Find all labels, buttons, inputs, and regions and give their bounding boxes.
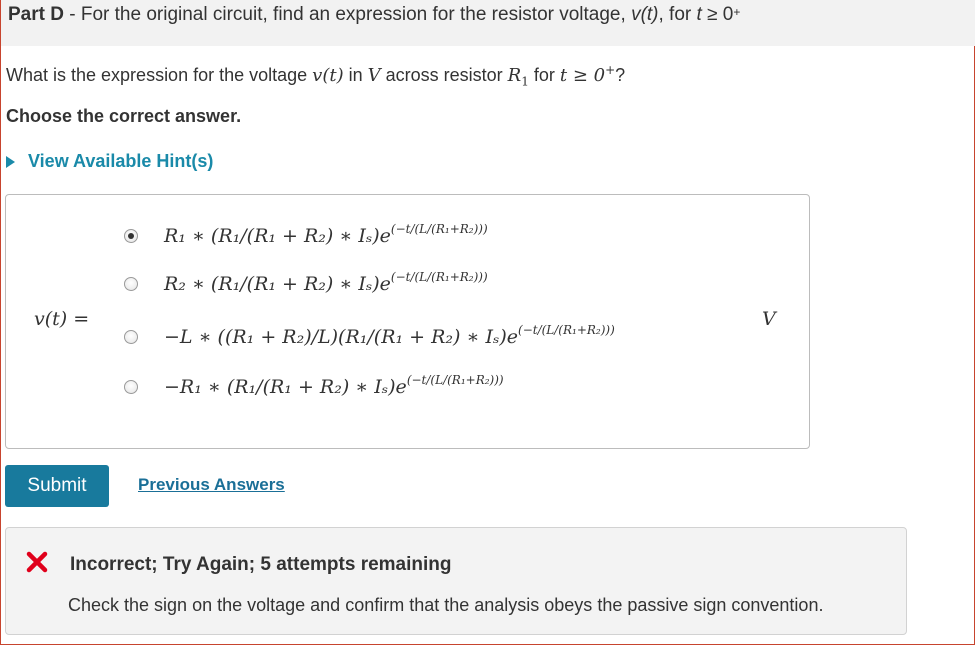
question-part: across resistor bbox=[380, 65, 508, 85]
triangle-right-icon bbox=[6, 155, 15, 168]
choice-3[interactable]: −L ∗ ((R₁ + R₂)/L)(R₁/(R₁ + R₂) ∗ Iₛ)e(−… bbox=[124, 323, 615, 348]
instruction: Choose the correct answer. bbox=[6, 106, 242, 126]
question-text: What is the expression for the voltage v… bbox=[6, 63, 625, 89]
hint-label: View Available Hint(s) bbox=[28, 151, 214, 171]
choice-expression: −L ∗ ((R₁ + R₂)/L)(R₁/(R₁ + R₂) ∗ Iₛ)e(−… bbox=[164, 323, 615, 348]
question-part: for bbox=[528, 65, 560, 85]
choice-expression: −R₁ ∗ (R₁/(R₁ + R₂) ∗ Iₛ)e(−t/(L/(R₁+R₂)… bbox=[164, 373, 504, 398]
answer-box: v(t) = V R₁ ∗ (R₁/(R₁ + R₂) ∗ Iₛ)e(−t/(L… bbox=[5, 194, 810, 449]
question-resistor-sub: 1 bbox=[521, 74, 529, 89]
feedback-title: Incorrect; Try Again; 5 attempts remaini… bbox=[70, 554, 452, 575]
feedback-panel: Incorrect; Try Again; 5 attempts remaini… bbox=[5, 527, 907, 635]
part-sup: + bbox=[733, 5, 741, 19]
question-part: What is the expression for the voltage bbox=[6, 65, 313, 85]
choice-expression: R₂ ∗ (R₁/(R₁ + R₂) ∗ Iₛ)e(−t/(L/(R₁+R₂))… bbox=[164, 270, 488, 295]
part-cond: ≥ 0 bbox=[701, 4, 734, 25]
part-separator: - bbox=[63, 4, 81, 25]
view-hints-link[interactable]: View Available Hint(s) bbox=[6, 151, 213, 172]
question-resistor: R bbox=[507, 65, 522, 86]
question-part: in bbox=[343, 65, 368, 85]
answer-unit: V bbox=[762, 308, 776, 330]
part-text-mid: , for bbox=[658, 4, 697, 25]
radio-button[interactable] bbox=[124, 380, 138, 394]
question-vt: v(t) bbox=[312, 65, 344, 86]
previous-answers-link[interactable]: Previous Answers bbox=[138, 475, 285, 495]
choice-1[interactable]: R₁ ∗ (R₁/(R₁ + R₂) ∗ Iₛ)e(−t/(L/(R₁+R₂))… bbox=[124, 222, 488, 247]
part-vt: v(t) bbox=[631, 4, 659, 25]
question-cond-sup: + bbox=[605, 63, 616, 77]
radio-button[interactable] bbox=[124, 330, 138, 344]
part-label: Part D bbox=[8, 4, 64, 25]
question-part: ? bbox=[615, 65, 626, 85]
choice-2[interactable]: R₂ ∗ (R₁/(R₁ + R₂) ∗ Iₛ)e(−t/(L/(R₁+R₂))… bbox=[124, 270, 488, 295]
question-cond: t ≥ 0 bbox=[559, 65, 606, 86]
choice-expression: R₁ ∗ (R₁/(R₁ + R₂) ∗ Iₛ)e(−t/(L/(R₁+R₂))… bbox=[164, 222, 488, 247]
choice-4[interactable]: −R₁ ∗ (R₁/(R₁ + R₂) ∗ Iₛ)e(−t/(L/(R₁+R₂)… bbox=[124, 373, 504, 398]
radio-button[interactable] bbox=[124, 277, 138, 291]
feedback-message: Check the sign on the voltage and confir… bbox=[68, 595, 824, 615]
part-text: For the original circuit, find an expres… bbox=[80, 4, 632, 25]
submit-button[interactable]: Submit bbox=[5, 465, 109, 507]
part-header: Part D - For the original circuit, find … bbox=[1, 0, 975, 46]
x-icon bbox=[26, 551, 48, 573]
question-unit: V bbox=[367, 65, 381, 86]
radio-button-selected[interactable] bbox=[124, 229, 138, 243]
answer-lhs: v(t) = bbox=[34, 308, 90, 330]
